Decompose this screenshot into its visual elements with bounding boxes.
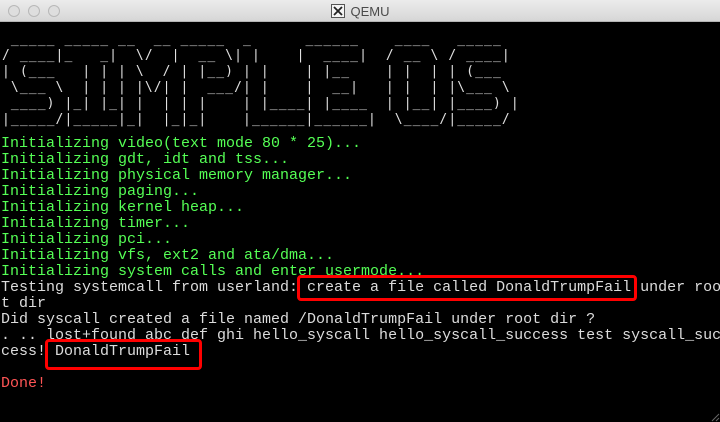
title-bar[interactable]: QEMU xyxy=(0,0,720,22)
init-line: Initializing gdt, idt and tss... xyxy=(1,151,290,168)
init-line: Initializing vfs, ext2 and ata/dma... xyxy=(1,247,335,264)
output-line: Did syscall created a file named /Donald… xyxy=(1,311,596,328)
init-line: Initializing system calls and enter user… xyxy=(1,263,425,280)
init-line: Initializing kernel heap... xyxy=(1,199,245,216)
zoom-button[interactable] xyxy=(48,5,60,17)
init-line: Initializing timer... xyxy=(1,215,191,232)
output-line: . .. lost+found abc def ghi hello_syscal… xyxy=(1,327,720,344)
output-line: cess! DonaldTrumpFail xyxy=(1,343,191,360)
terminal-screen[interactable]: _____ _____ __ __ _____ _ ______ ____ __… xyxy=(0,22,720,422)
output-line: t dir xyxy=(1,295,47,312)
init-line: Initializing video(text mode 80 * 25)... xyxy=(1,135,362,152)
init-line: Initializing pci... xyxy=(1,231,173,248)
close-button[interactable] xyxy=(8,5,20,17)
ascii-banner: _____ _____ __ __ _____ _ ______ ____ __… xyxy=(2,32,520,127)
output-line: Testing systemcall from userland: create… xyxy=(1,279,720,296)
init-line: Initializing physical memory manager... xyxy=(1,167,353,184)
window-title: QEMU xyxy=(350,3,390,19)
x11-icon xyxy=(330,4,345,18)
resize-grip-icon[interactable] xyxy=(708,410,720,422)
done-line: Done! xyxy=(1,375,47,392)
minimize-button[interactable] xyxy=(28,5,40,17)
init-line: Initializing paging... xyxy=(1,183,200,200)
qemu-window: QEMU _____ _____ __ __ _____ _ ______ __… xyxy=(0,0,720,422)
